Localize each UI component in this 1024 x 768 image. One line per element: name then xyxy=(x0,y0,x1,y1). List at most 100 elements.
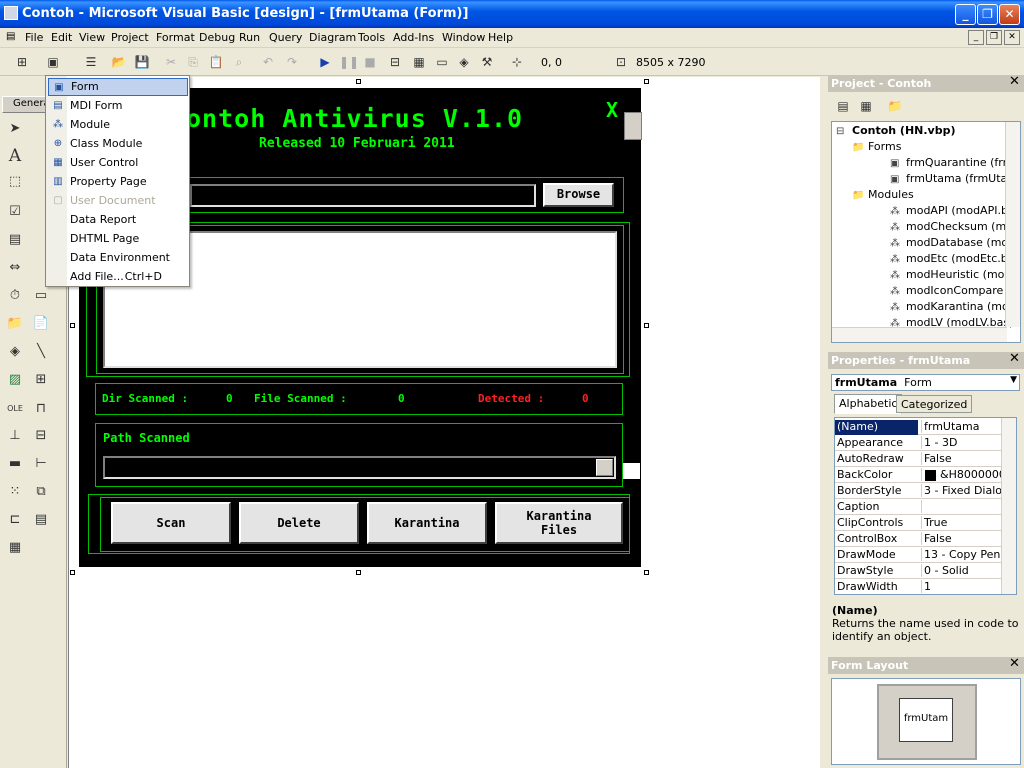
tree-item-form[interactable]: ▣ frmUtama (frmUtam xyxy=(890,172,1018,185)
shape-icon[interactable]: ◈ xyxy=(4,341,26,363)
tree-modules-folder[interactable]: 📁 Modules xyxy=(852,188,914,201)
menu-project[interactable]: Project xyxy=(111,31,149,44)
line-icon[interactable]: ╲ xyxy=(30,341,52,363)
extra-control-icon[interactable]: ▦ xyxy=(4,537,26,559)
form-layout-close-icon[interactable]: ✕ xyxy=(1008,657,1021,671)
object-browser-icon[interactable]: ◈ xyxy=(455,53,473,71)
break-icon[interactable]: ❚❚ xyxy=(339,53,359,71)
drive-list-icon[interactable]: ▭ xyxy=(30,285,52,307)
filelist-icon[interactable]: 📄 xyxy=(30,313,52,335)
scan-path-input[interactable] xyxy=(190,184,536,207)
menu-editor-icon[interactable]: ☰ xyxy=(82,53,100,71)
property-value[interactable] xyxy=(921,500,1003,513)
view-object-icon[interactable]: ▦ xyxy=(857,97,875,115)
tree-vertical-scrollbar[interactable] xyxy=(1005,122,1020,327)
form-window-icon[interactable]: ▤ xyxy=(6,31,15,42)
menu-add-ins[interactable]: Add-Ins xyxy=(393,31,434,44)
statusbar-icon[interactable]: ▤ xyxy=(30,509,52,531)
menu-debug[interactable]: Debug xyxy=(199,31,235,44)
project-close-icon[interactable]: ✕ xyxy=(1008,75,1021,89)
treeview-icon[interactable]: ⊢ xyxy=(30,453,52,475)
label-icon[interactable]: A xyxy=(4,145,26,167)
menu-help[interactable]: Help xyxy=(488,31,513,44)
minimize-button[interactable]: _ xyxy=(955,4,976,25)
dropdown-item-property-page[interactable]: ▥ Property Page xyxy=(48,173,188,191)
property-value[interactable]: 1 xyxy=(921,580,1003,593)
save-project-icon[interactable]: 💾 xyxy=(133,53,151,71)
resize-handle[interactable] xyxy=(356,79,361,84)
progressbar-icon[interactable]: ▬ xyxy=(4,453,26,475)
dropdown-item-form[interactable]: ▣ Form xyxy=(48,78,188,96)
close-button[interactable]: ✕ xyxy=(999,4,1020,25)
properties-close-icon[interactable]: ✕ xyxy=(1008,352,1021,366)
property-row[interactable]: (Name) frmUtama xyxy=(835,419,1003,435)
property-row[interactable]: DrawMode 13 - Copy Pen xyxy=(835,547,1003,563)
menu-query[interactable]: Query xyxy=(269,31,302,44)
property-value[interactable]: &H80000007 xyxy=(921,468,1003,481)
data-control-icon[interactable]: ⊞ xyxy=(30,369,52,391)
property-value[interactable]: False xyxy=(921,532,1003,545)
timer-icon[interactable]: ⏱ xyxy=(4,285,26,307)
property-row[interactable]: AutoRedraw False xyxy=(835,451,1003,467)
tree-item-module[interactable]: ⁂ modKarantina (mod xyxy=(890,300,1016,313)
tree-forms-folder[interactable]: 📁 Forms xyxy=(852,140,901,153)
tree-item-module[interactable]: ⁂ modAPI (modAPI.ba xyxy=(890,204,1015,217)
imagelist-icon[interactable]: ⊏ xyxy=(4,509,26,531)
resize-handle[interactable] xyxy=(70,570,75,575)
mdi-close-button[interactable]: ✕ xyxy=(1004,30,1020,45)
property-value[interactable]: 3 - Fixed Dialog xyxy=(921,484,1003,497)
property-value[interactable]: False xyxy=(921,452,1003,465)
menu-run[interactable]: Run xyxy=(239,31,260,44)
menu-window[interactable]: Window xyxy=(442,31,485,44)
menu-tools[interactable]: Tools xyxy=(358,31,385,44)
listbox-icon[interactable]: ▤ xyxy=(4,229,26,251)
property-value[interactable]: True xyxy=(921,516,1003,529)
tree-item-form[interactable]: ▣ frmQuarantine (frmQ xyxy=(890,156,1020,169)
menu-edit[interactable]: Edit xyxy=(51,31,72,44)
control-stub[interactable] xyxy=(624,112,642,140)
dirlist-icon[interactable]: 📁 xyxy=(4,313,26,335)
cut-icon[interactable]: ✂ xyxy=(162,53,180,71)
property-value[interactable]: frmUtama xyxy=(921,420,1003,433)
dropdown-item-mdi-form[interactable]: ▤ MDI Form xyxy=(48,97,188,115)
tree-root[interactable]: ⊟ Contoh (HN.vbp) xyxy=(836,124,956,137)
undo-icon[interactable]: ↶ xyxy=(259,53,277,71)
tree-item-module[interactable]: ⁂ modHeuristic (modH xyxy=(890,268,1020,281)
listview-icon[interactable]: ⁙ xyxy=(4,481,26,503)
property-row[interactable]: BorderStyle 3 - Fixed Dialog xyxy=(835,483,1003,499)
add-form-icon[interactable]: ▣ xyxy=(44,53,62,71)
property-value[interactable]: 0 - Solid xyxy=(921,564,1003,577)
open-project-icon[interactable]: 📂 xyxy=(110,53,128,71)
property-row[interactable]: DrawWidth 1 xyxy=(835,579,1003,594)
slider-icon[interactable]: ⊥ xyxy=(4,425,26,447)
pointer-icon[interactable]: ➤ xyxy=(4,118,26,140)
tree-item-module[interactable]: ⁂ modDatabase (modD xyxy=(890,236,1020,249)
scan-button[interactable]: Scan xyxy=(111,502,231,544)
mdi-restore-button[interactable]: ❐ xyxy=(986,30,1002,45)
restore-button[interactable]: ❐ xyxy=(977,4,998,25)
resize-handle[interactable] xyxy=(644,79,649,84)
menu-diagram[interactable]: Diagram xyxy=(309,31,356,44)
karantina-button[interactable]: Karantina xyxy=(367,502,487,544)
resize-handle[interactable] xyxy=(356,570,361,575)
end-icon[interactable]: ■ xyxy=(361,53,379,71)
property-value[interactable]: 1 - 3D xyxy=(921,436,1003,449)
hscrollbar-icon[interactable]: ⇔ xyxy=(4,257,26,279)
resize-handle[interactable] xyxy=(644,323,649,328)
tab-alphabetic[interactable]: Alphabetic xyxy=(834,394,903,414)
properties-window-icon[interactable]: ▦ xyxy=(410,53,428,71)
resize-handle[interactable] xyxy=(70,323,75,328)
ole-icon[interactable]: OLE xyxy=(4,398,26,420)
toolbar-tool-icon[interactable]: ⊟ xyxy=(30,425,52,447)
karantina-files-button[interactable]: Karantina Files xyxy=(495,502,623,544)
dropdown-item-module[interactable]: ⁂ Module xyxy=(48,116,188,134)
mdi-minimize-button[interactable]: _ xyxy=(968,30,984,45)
tree-item-module[interactable]: ⁂ modChecksum (mod xyxy=(890,220,1020,233)
property-grid-scrollbar[interactable] xyxy=(1001,418,1016,594)
tree-item-module[interactable]: ⁂ modEtc (modEtc.bas xyxy=(890,252,1020,265)
object-selector[interactable]: frmUtama Form ▼ xyxy=(831,374,1020,391)
property-row[interactable]: DrawStyle 0 - Solid xyxy=(835,563,1003,579)
start-icon[interactable]: ▶ xyxy=(316,53,334,71)
dropdown-item-user-document[interactable]: ▢ User Document xyxy=(48,192,188,210)
vscroll-tool-icon[interactable]: ⊓ xyxy=(30,398,52,420)
